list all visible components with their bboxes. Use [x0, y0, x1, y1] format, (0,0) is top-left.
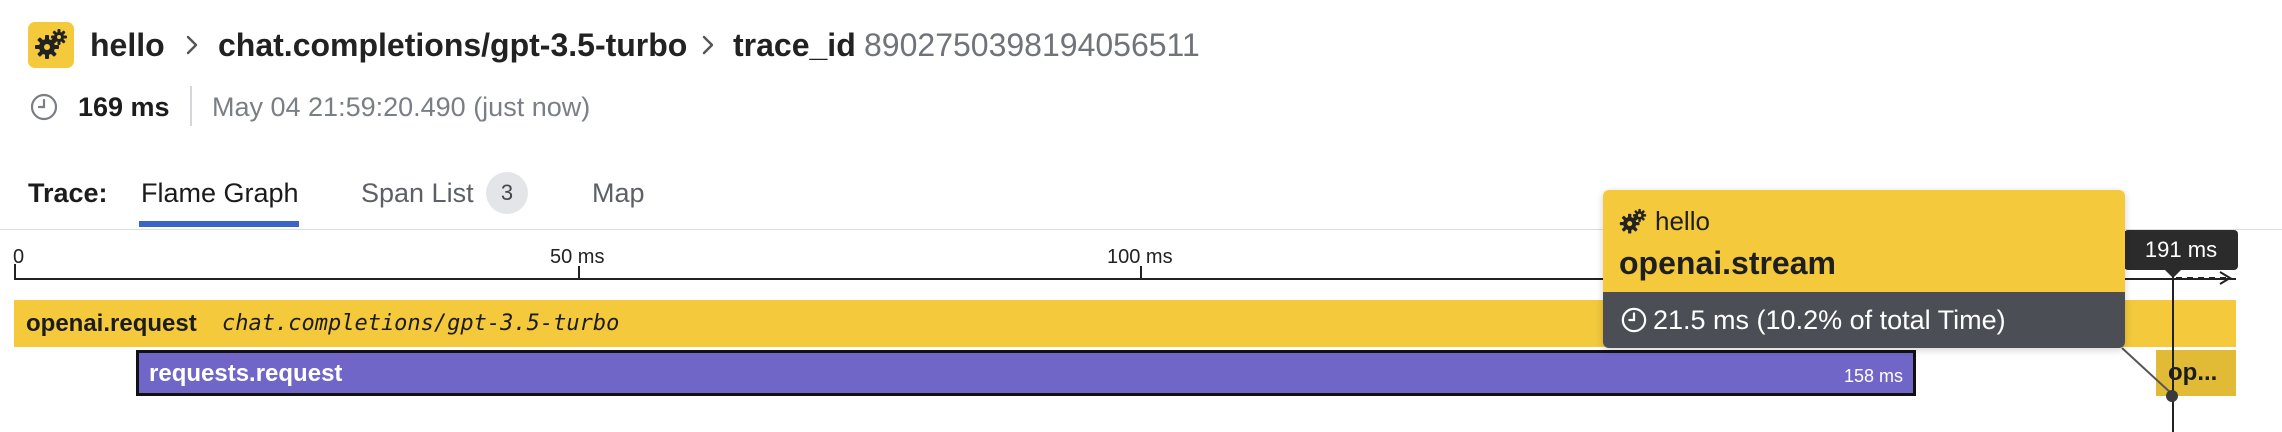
- chevron-right-icon: [184, 27, 200, 68]
- tooltip-header: hello openai.stream: [1603, 190, 2125, 292]
- service-gears-icon: [28, 22, 74, 68]
- cursor-caret: [2164, 269, 2182, 278]
- meta-divider: [190, 86, 192, 126]
- tab-map[interactable]: Map: [592, 174, 645, 212]
- tooltip-duration: 21.5 ms (10.2% of total Time): [1653, 305, 2006, 335]
- span-resource: chat.completions/gpt-3.5-turbo: [222, 311, 620, 336]
- span-name: openai.request: [26, 310, 197, 337]
- clock-icon: [1621, 307, 1647, 338]
- chevron-right-icon: [700, 27, 716, 68]
- tabs-prefix-label: Trace:: [28, 178, 108, 208]
- trace-id-label: trace_id: [733, 27, 856, 63]
- cursor-dot: [2166, 390, 2178, 402]
- span-duration: 158 ms: [1843, 366, 1903, 386]
- trace-timestamp: May 04 21:59:20.490 (just now): [212, 92, 591, 122]
- span-requests-request[interactable]: requests.request 158 ms: [136, 350, 1916, 396]
- time-cursor-label: 191 ms: [2124, 230, 2238, 270]
- active-tab-indicator: [139, 221, 299, 227]
- tooltip-operation: openai.stream: [1619, 245, 1836, 281]
- tooltip-service: hello: [1655, 206, 1710, 236]
- clock-icon: [30, 93, 58, 126]
- span-tooltip: hello openai.stream 21.5 ms (10.2% of to…: [1603, 190, 2125, 348]
- breadcrumb-service[interactable]: hello: [90, 24, 165, 66]
- time-cursor-line[interactable]: [2172, 266, 2174, 432]
- breadcrumb-resource[interactable]: chat.completions/gpt-3.5-turbo: [218, 24, 687, 66]
- trace-id-value[interactable]: 8902750398194056511: [864, 24, 1200, 66]
- timeline-arrow-icon: [2176, 271, 2232, 285]
- span-name: requests.request: [149, 360, 343, 387]
- trace-duration: 169 ms: [78, 92, 170, 122]
- gears-icon: [1619, 208, 1647, 241]
- tooltip-footer: 21.5 ms (10.2% of total Time): [1603, 292, 2125, 348]
- span-count-badge: 3: [486, 172, 528, 214]
- tab-span-list[interactable]: Span List: [361, 174, 474, 212]
- tab-flame-graph[interactable]: Flame Graph: [141, 174, 299, 212]
